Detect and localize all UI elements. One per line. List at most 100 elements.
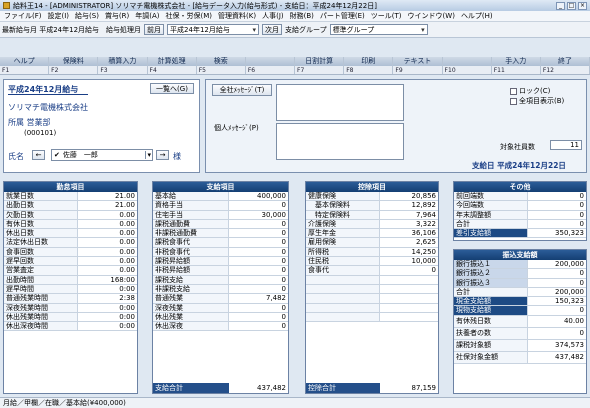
fkey-text[interactable]: テキスト F9 (393, 57, 443, 74)
menu-settings[interactable]: 設定(I) (48, 11, 70, 21)
table-row[interactable]: 欠勤日数 0.00 (4, 210, 137, 220)
menu-reports[interactable]: 管理資料(K) (218, 11, 256, 21)
table-row[interactable] (306, 275, 438, 285)
table-row[interactable]: 合計 200,000 (454, 287, 586, 298)
fkey-print[interactable]: 印刷 F8 (344, 57, 394, 74)
table-row[interactable]: 所得税 14,250 (306, 247, 438, 258)
group-select[interactable]: 標準グループ ▾ (329, 24, 428, 35)
fkey-10[interactable]: F10 (442, 57, 492, 74)
table-row[interactable]: 非税昇給額 0 (153, 266, 288, 276)
table-row[interactable]: 休出日数 0.00 (4, 229, 137, 239)
table-row[interactable]: 扶養者の数 0 (454, 327, 586, 340)
table-row[interactable]: 今回端数 0 (454, 201, 586, 211)
personal-message-field[interactable] (276, 123, 404, 160)
table-row[interactable]: 厚生年金 36,106 (306, 229, 438, 239)
menu-tools[interactable]: ツール(T) (371, 11, 402, 21)
prev-employee-button[interactable]: ← (32, 150, 45, 160)
close-icon[interactable]: × (578, 1, 587, 10)
table-row[interactable]: 有休日数 0.00 (4, 219, 137, 230)
table-row[interactable]: 銀行振込３ 0 (454, 278, 586, 288)
table-row[interactable]: 遅早時間 0:00 (4, 284, 137, 295)
table-row[interactable]: 非課税支給 0 (153, 284, 288, 295)
table-row[interactable]: 課税食事代 0 (153, 238, 288, 248)
table-row[interactable]: 現物支給額 0 (454, 306, 586, 316)
table-row[interactable]: 住民税 10,000 (306, 257, 438, 267)
menu-insurance[interactable]: 社保・労保(M) (166, 11, 213, 21)
maximize-icon[interactable]: □ (567, 1, 576, 10)
table-row[interactable]: 課税昇給額 0 (153, 257, 288, 267)
table-row[interactable]: 基本給 400,000 (153, 192, 288, 202)
table-row[interactable]: 非税食事代 0 (153, 247, 288, 258)
table-row[interactable]: 食事代 0 (306, 266, 438, 276)
table-row[interactable]: 年末調整額 0 (454, 210, 586, 220)
table-row[interactable]: 普通残業時間 2:38 (4, 294, 137, 304)
month-select[interactable]: 平成24年12月給与 ▾ (167, 24, 260, 35)
table-row[interactable]: 深夜残業 0 (153, 303, 288, 313)
table-row[interactable]: 銀行振込１ 200,000 (454, 260, 586, 270)
table-row[interactable]: 有休残日数 40.00 (454, 315, 586, 328)
menu-part-time[interactable]: パート管理(E) (320, 11, 365, 21)
menu-year-end[interactable]: 年調(A) (135, 11, 159, 21)
table-row[interactable]: 出勤日数 21.00 (4, 201, 137, 211)
fkey-help[interactable]: ヘルプ F1 (0, 57, 50, 74)
menu-window[interactable]: ウインドウ(W) (408, 11, 455, 21)
table-row[interactable]: 休出残業時間 0:00 (4, 312, 137, 323)
fkey-daily-calc[interactable]: 日割計算 F7 (295, 57, 345, 74)
table-row[interactable]: 差引支給額 350,323 (454, 229, 586, 239)
prev-month-button[interactable]: 前月 (144, 24, 165, 35)
table-row[interactable]: 深夜残業時間 0:00 (4, 303, 137, 313)
fkey-calculate[interactable]: 計算処理 F4 (147, 57, 197, 74)
show-all-checkbox[interactable]: 全項目表示(B) (510, 96, 564, 106)
table-row[interactable]: 出勤時間 168:00 (4, 275, 137, 285)
menu-bonus[interactable]: 賞与(R) (105, 11, 129, 21)
fkey-manual[interactable]: 手入力 F11 (491, 57, 541, 74)
table-row[interactable]: 遅早回数 0.00 (4, 257, 137, 267)
table-row[interactable]: 休出残業 0 (153, 312, 288, 323)
table-row[interactable]: 法定休出日数 0.00 (4, 238, 137, 248)
table-row[interactable]: 社保対象金額 437,482 (454, 351, 586, 364)
fkey-6[interactable]: F6 (245, 57, 296, 74)
table-row[interactable]: 現金支給額 150,323 (454, 297, 586, 307)
table-row[interactable]: 介護保険 3,322 (306, 219, 438, 230)
fkey-insurance[interactable]: 保険料 F2 (49, 57, 99, 74)
table-row[interactable]: 住宅手当 30,000 (153, 210, 288, 220)
menu-hr[interactable]: 人事(J) (262, 11, 284, 21)
table-row[interactable] (306, 284, 438, 295)
fkey-search[interactable]: 検索 F5 (196, 57, 246, 74)
table-row[interactable]: 資格手当 0 (153, 201, 288, 211)
table-row[interactable]: 銀行振込２ 0 (454, 269, 586, 279)
lock-checkbox[interactable]: ロック(C) (510, 86, 550, 96)
employee-select[interactable]: ✔ 佐藤 一郎 ▾ (51, 149, 153, 161)
table-row[interactable]: 特定保険料 7,964 (306, 210, 438, 220)
table-row[interactable]: 課税対象額 374,573 (454, 339, 586, 352)
table-row[interactable]: 就業日数 21.00 (4, 192, 137, 202)
table-row[interactable]: 合計 0 (454, 219, 586, 230)
menu-help[interactable]: ヘルプ(H) (461, 11, 493, 21)
menu-file[interactable]: ファイル(F) (4, 11, 42, 21)
table-row[interactable]: 課税支給 0 (153, 275, 288, 285)
table-row[interactable]: 休出深夜時間 0:00 (4, 322, 137, 332)
company-message-field[interactable] (276, 84, 404, 121)
fkey-exit[interactable]: 終了 F12 (540, 57, 590, 74)
company-message-button[interactable]: 全社ﾒｯｾｰｼﾞ(T) (212, 84, 272, 96)
next-employee-button[interactable]: → (156, 150, 169, 160)
menu-salary[interactable]: 給与(S) (75, 11, 99, 21)
table-row[interactable]: 課税通勤費 0 (153, 219, 288, 230)
fkey-accumulate[interactable]: 積算入力 F3 (98, 57, 148, 74)
table-row[interactable] (306, 303, 438, 313)
table-row[interactable] (306, 312, 438, 323)
table-row[interactable]: 健康保険 20,856 (306, 192, 438, 202)
table-row[interactable]: 休出深夜 0 (153, 322, 288, 332)
next-month-button[interactable]: 次月 (262, 24, 283, 35)
menu-finance[interactable]: 財務(B) (290, 11, 314, 21)
minimize-icon[interactable]: _ (556, 1, 565, 10)
table-row[interactable]: 非課税通勤費 0 (153, 229, 288, 239)
table-row[interactable]: 営業査定 0.00 (4, 266, 137, 276)
table-row[interactable]: 雇用保険 2,625 (306, 238, 438, 248)
table-row[interactable]: 前回端数 0 (454, 192, 586, 202)
table-row[interactable] (306, 294, 438, 304)
list-button[interactable]: 一覧へ(G) (150, 83, 194, 94)
table-row[interactable]: 基本保険料 12,892 (306, 201, 438, 211)
table-row[interactable]: 食事回数 0.00 (4, 247, 137, 258)
table-row[interactable]: 普通残業 7,482 (153, 294, 288, 304)
